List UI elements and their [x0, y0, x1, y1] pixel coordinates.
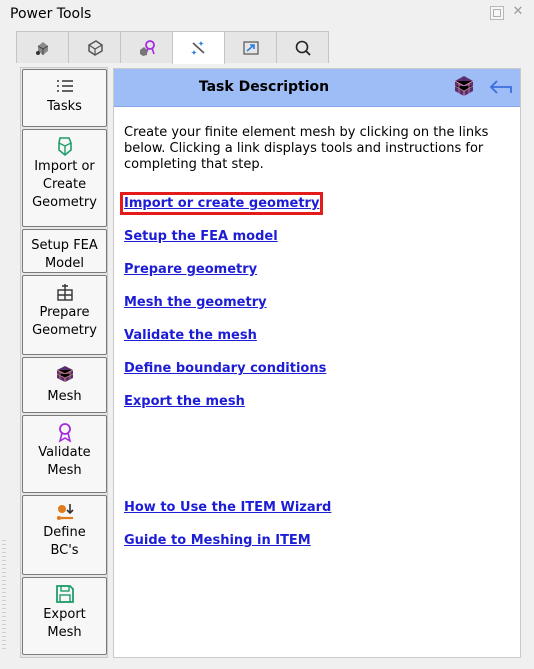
sidebar-item-import-create-geometry[interactable]: Import or Create Geometry: [22, 129, 107, 227]
sidebar-item-label: Import or Create Geometry: [32, 159, 97, 210]
export-icon: [242, 40, 259, 55]
task-sidebar: Tasks Import or Create Geometry Setup FE…: [20, 67, 108, 658]
sidebar-item-define-bcs[interactable]: Define BC's: [22, 495, 107, 575]
tab-geometry[interactable]: [16, 31, 69, 63]
sidebar-item-label: Mesh: [47, 389, 82, 404]
list-icon: [56, 80, 73, 92]
sidebar-item-label: Validate Mesh: [38, 445, 91, 478]
link-setup-fea-model[interactable]: Setup the FEA model: [124, 229, 278, 244]
link-validate-mesh[interactable]: Validate the mesh: [124, 328, 257, 343]
task-description-panel: Task Description Create your finite elem…: [113, 68, 521, 658]
boundary-conditions-icon: [56, 504, 74, 520]
link-guide-to-meshing[interactable]: Guide to Meshing in ITEM: [124, 533, 311, 548]
title-bar: Power Tools ✕: [0, 0, 534, 28]
sidebar-item-label: Tasks: [47, 99, 82, 114]
sidebar-item-setup-fea-model[interactable]: Setup FEA Model: [22, 229, 107, 273]
mesh-quality-icon: [139, 39, 155, 56]
mesh-cube-icon: [56, 366, 73, 382]
link-how-to-use-wizard[interactable]: How to Use the ITEM Wizard: [124, 500, 331, 515]
sidebar-item-label: Export Mesh: [43, 607, 86, 640]
geometry-icon: [35, 41, 48, 55]
sidebar-item-label: Define BC's: [43, 525, 86, 558]
search-icon: [295, 40, 311, 56]
prepare-icon: [56, 284, 73, 301]
dock-resize-grip[interactable]: [2, 540, 6, 650]
link-import-create-geometry[interactable]: Import or create geometry: [119, 192, 324, 215]
link-mesh-geometry[interactable]: Mesh the geometry: [124, 295, 267, 310]
window-title: Power Tools: [10, 6, 92, 22]
panel-title: Task Description: [198, 79, 330, 95]
tab-search[interactable]: [276, 31, 329, 63]
panel-header: Task Description: [114, 69, 520, 107]
sidebar-item-label: Setup FEA Model: [31, 238, 98, 271]
tab-wizard[interactable]: [172, 31, 225, 64]
link-prepare-geometry[interactable]: Prepare geometry: [124, 262, 257, 277]
tab-export[interactable]: [224, 31, 277, 63]
wizard-icon: [190, 41, 205, 55]
sidebar-item-label: Prepare Geometry: [32, 305, 97, 338]
tab-solid[interactable]: [68, 31, 121, 63]
sidebar-item-mesh[interactable]: Mesh: [22, 357, 107, 413]
sidebar-item-prepare-geometry[interactable]: Prepare Geometry: [22, 275, 107, 355]
solid-icon: [87, 39, 103, 56]
float-window-button[interactable]: [490, 6, 504, 20]
sidebar-item-tasks[interactable]: Tasks: [22, 69, 107, 127]
link-define-boundary-conditions[interactable]: Define boundary conditions: [124, 361, 326, 376]
link-export-mesh[interactable]: Export the mesh: [124, 394, 245, 409]
ribbon-icon: [58, 423, 71, 443]
sidebar-item-validate-mesh[interactable]: Validate Mesh: [22, 415, 107, 493]
mesh-cube-icon[interactable]: [452, 74, 476, 98]
back-arrow-icon[interactable]: [487, 76, 513, 98]
close-icon[interactable]: ✕: [512, 5, 524, 18]
tab-mesh-quality[interactable]: [120, 31, 173, 63]
geometry-icon: [57, 137, 72, 157]
task-description-text: Create your finite element mesh by click…: [124, 125, 489, 172]
sidebar-item-export-mesh[interactable]: Export Mesh: [22, 577, 107, 655]
save-icon: [55, 585, 74, 603]
